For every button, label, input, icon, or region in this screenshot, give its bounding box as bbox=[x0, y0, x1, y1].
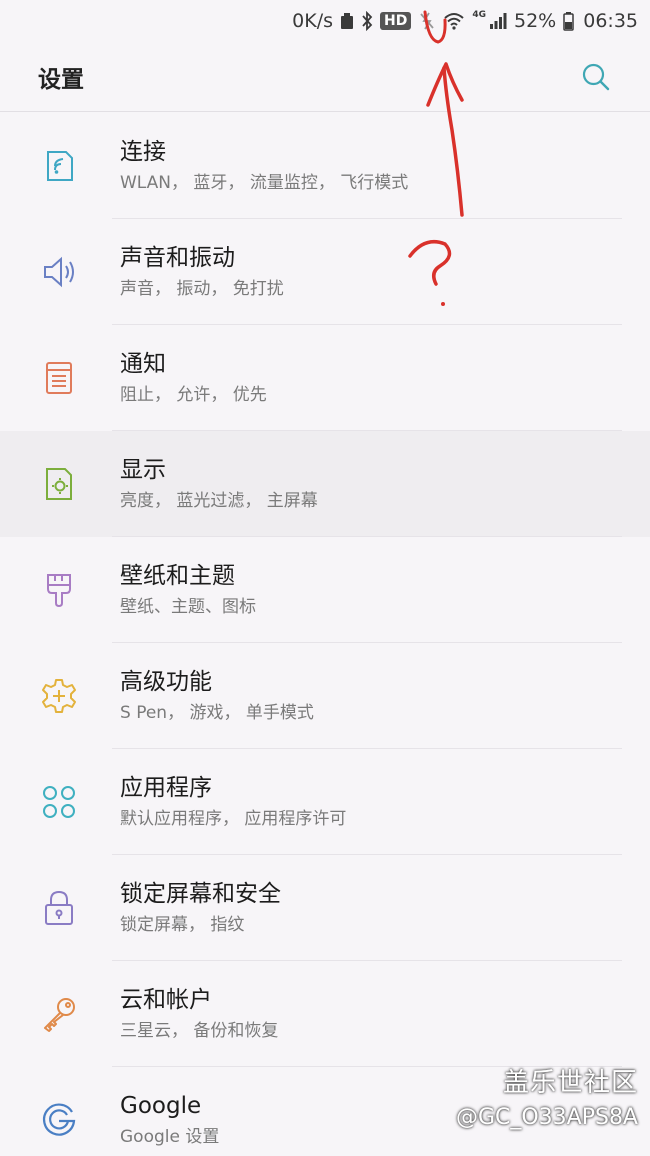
app-header: 设置 bbox=[0, 42, 650, 112]
watermark-title: 盖乐世社区 bbox=[502, 1068, 638, 1098]
clock: 06:35 bbox=[583, 10, 638, 32]
settings-item-wallpaper[interactable]: 壁纸和主题 壁纸、主题、图标 bbox=[0, 537, 650, 643]
item-subtitle: 阻止， 允许， 优先 bbox=[120, 385, 267, 405]
item-title: 云和帐户 bbox=[120, 987, 212, 1013]
google-icon bbox=[36, 1097, 82, 1143]
signal-icon bbox=[490, 13, 507, 29]
item-subtitle: 三星云， 备份和恢复 bbox=[120, 1021, 279, 1041]
item-title: 连接 bbox=[120, 139, 166, 165]
wifi-icon bbox=[444, 13, 465, 30]
item-title: 声音和振动 bbox=[120, 245, 235, 271]
recycle-icon bbox=[341, 13, 353, 29]
gear-plus-icon bbox=[36, 673, 82, 719]
settings-item-advanced[interactable]: 高级功能 S Pen， 游戏， 单手模式 bbox=[0, 643, 650, 749]
brush-icon bbox=[36, 567, 82, 613]
item-title: 锁定屏幕和安全 bbox=[120, 881, 281, 907]
item-title: 通知 bbox=[120, 351, 166, 377]
lock-icon bbox=[36, 885, 82, 931]
speaker-icon bbox=[36, 249, 82, 295]
settings-list: 连接 WLAN， 蓝牙， 流量监控， 飞行模式 声音和振动 声音， 振动， 免打… bbox=[0, 113, 650, 1156]
key-icon bbox=[36, 991, 82, 1037]
watermark-user: @GC_O33APS8A bbox=[455, 1105, 638, 1130]
settings-item-apps[interactable]: 应用程序 默认应用程序， 应用程序许可 bbox=[0, 749, 650, 855]
item-subtitle: WLAN， 蓝牙， 流量监控， 飞行模式 bbox=[120, 173, 409, 193]
bluetooth-icon bbox=[362, 11, 373, 31]
item-title: 高级功能 bbox=[120, 669, 212, 695]
battery-icon bbox=[563, 11, 574, 31]
notification-icon bbox=[36, 355, 82, 401]
settings-item-lock-screen[interactable]: 锁定屏幕和安全 锁定屏幕， 指纹 bbox=[0, 855, 650, 961]
data-saver-icon bbox=[420, 12, 435, 30]
item-title: 应用程序 bbox=[120, 775, 212, 801]
settings-item-display[interactable]: 显示 亮度， 蓝光过滤， 主屏幕 bbox=[0, 431, 650, 537]
battery-percent: 52% bbox=[514, 10, 557, 32]
item-subtitle: 壁纸、主题、图标 bbox=[120, 597, 256, 617]
item-subtitle: 默认应用程序， 应用程序许可 bbox=[120, 809, 347, 829]
item-title: Google bbox=[120, 1093, 202, 1119]
item-subtitle: 亮度， 蓝光过滤， 主屏幕 bbox=[120, 491, 318, 511]
settings-item-sound[interactable]: 声音和振动 声音， 振动， 免打扰 bbox=[0, 219, 650, 325]
display-icon bbox=[36, 461, 82, 507]
watermark: 盖乐世社区 @GC_O33APS8A bbox=[456, 1062, 638, 1130]
item-subtitle: 锁定屏幕， 指纹 bbox=[120, 915, 245, 935]
item-subtitle: S Pen， 游戏， 单手模式 bbox=[120, 703, 314, 723]
item-title: 壁纸和主题 bbox=[120, 563, 235, 589]
settings-item-connections[interactable]: 连接 WLAN， 蓝牙， 流量监控， 飞行模式 bbox=[0, 113, 650, 219]
item-subtitle: Google 设置 bbox=[120, 1127, 220, 1147]
search-button[interactable] bbox=[576, 57, 616, 97]
item-title: 显示 bbox=[120, 457, 166, 483]
network-speed: 0K/s bbox=[292, 10, 333, 32]
network-type: 4G bbox=[472, 10, 486, 20]
status-bar: 0K/s HD 4G 52% 06:35 bbox=[0, 0, 650, 42]
settings-item-notifications[interactable]: 通知 阻止， 允许， 优先 bbox=[0, 325, 650, 431]
item-subtitle: 声音， 振动， 免打扰 bbox=[120, 279, 284, 299]
settings-item-cloud-accounts[interactable]: 云和帐户 三星云， 备份和恢复 bbox=[0, 961, 650, 1067]
connections-icon bbox=[36, 143, 82, 189]
search-icon bbox=[582, 63, 610, 90]
page-title: 设置 bbox=[38, 66, 84, 93]
hd-badge: HD bbox=[380, 12, 412, 30]
apps-icon bbox=[36, 779, 82, 825]
